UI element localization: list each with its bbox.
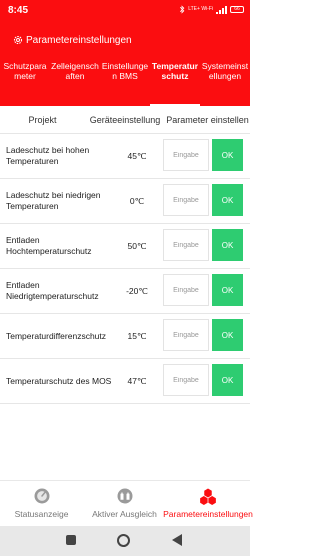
tab-zelleigenschaften[interactable]: Zelleigenschaften xyxy=(50,58,100,106)
tab-label: Einstellungen BMS xyxy=(101,61,149,81)
column-header-project: Projekt xyxy=(28,114,57,125)
parameter-name: Ladeschutz bei hohen Temperaturen xyxy=(6,145,90,166)
parameter-name: Ladeschutz bei niedrigen Temperaturen xyxy=(6,190,101,211)
ok-button[interactable]: OK xyxy=(212,139,243,171)
balance-battery-icon xyxy=(117,488,132,504)
tab-bar: Schutzparameter Zelleigenschaften Einste… xyxy=(0,58,250,106)
status-bar: 8:45 LTE+ Wi-Fi 66 xyxy=(0,0,250,22)
parameter-value: -20℃ xyxy=(126,285,148,296)
table-row: Temperaturschutz des MOS 47℃ OK xyxy=(0,359,250,404)
tab-einstellungen-bms[interactable]: Einstellungen BMS xyxy=(100,58,150,106)
table-row: Temperaturdifferenzschutz 15℃ OK xyxy=(0,314,250,359)
status-gauge-icon xyxy=(34,488,49,504)
tab-temperaturschutz[interactable]: Temperaturschutz xyxy=(150,58,200,106)
nav-label: Statusanzeige xyxy=(14,509,69,519)
table-row: Ladeschutz bei niedrigen Temperaturen 0℃… xyxy=(0,179,250,224)
ok-button[interactable]: OK xyxy=(212,319,243,351)
parameter-input[interactable] xyxy=(163,319,209,351)
parameter-value: 47℃ xyxy=(127,375,147,386)
ok-button[interactable]: OK xyxy=(212,229,243,261)
parameter-input[interactable] xyxy=(163,184,209,216)
nav-item-parametereinstellungen[interactable]: Parametereinstellungen xyxy=(163,481,253,527)
ok-button[interactable]: OK xyxy=(212,184,243,216)
tab-label: Zelleigenschaften xyxy=(51,61,99,81)
page-title: Parametereinstellungen xyxy=(26,34,132,46)
parameter-input[interactable] xyxy=(163,364,209,396)
tab-label: Systemeinstellungen xyxy=(201,61,249,81)
signal-icon xyxy=(216,5,227,14)
tab-systemeinstellungen[interactable]: Systemeinstellungen xyxy=(200,58,250,106)
system-nav-bar xyxy=(0,526,250,556)
parameter-value: 50℃ xyxy=(127,240,147,251)
nav-label: Aktiver Ausgleich xyxy=(92,509,157,519)
table-header: Projekt Geräteeinstellung Parameter eins… xyxy=(0,106,250,134)
tab-label: Temperaturschutz xyxy=(151,61,199,81)
parameter-name: Entladen Hochtemperaturschutz xyxy=(6,235,92,256)
parameter-value: 15℃ xyxy=(127,330,147,341)
recents-button[interactable] xyxy=(66,535,76,545)
status-icons: LTE+ Wi-Fi 66 xyxy=(179,5,244,14)
gear-icon xyxy=(13,35,23,45)
battery-icon: 66 xyxy=(230,6,244,13)
nav-label: Parametereinstellungen xyxy=(163,509,253,519)
network-text: LTE+ Wi-Fi xyxy=(188,6,213,12)
parameter-name: Temperaturschutz des MOS xyxy=(6,375,112,386)
column-header-set-parameter: Parameter einstellen xyxy=(166,114,249,125)
parameter-input[interactable] xyxy=(163,274,209,306)
tab-schutzparameter[interactable]: Schutzparameter xyxy=(0,58,50,106)
nav-item-statusanzeige[interactable]: Statusanzeige xyxy=(0,481,83,527)
back-button[interactable] xyxy=(172,534,182,546)
table-row: Ladeschutz bei hohen Temperaturen 45℃ OK xyxy=(0,134,250,179)
parameter-value: 45℃ xyxy=(127,150,147,161)
ok-button[interactable]: OK xyxy=(212,364,243,396)
bluetooth-icon xyxy=(180,5,185,14)
bottom-nav: Statusanzeige Aktiver Ausgleich Paramete… xyxy=(0,480,253,527)
parameter-list: Ladeschutz bei hohen Temperaturen 45℃ OK… xyxy=(0,134,250,404)
home-button[interactable] xyxy=(117,534,130,547)
nav-item-aktiver-ausgleich[interactable]: Aktiver Ausgleich xyxy=(83,481,166,527)
table-row: Entladen Niedrigtemperaturschutz -20℃ OK xyxy=(0,269,250,314)
parameter-name: Entladen Niedrigtemperaturschutz xyxy=(6,280,99,301)
parameter-input[interactable] xyxy=(163,229,209,261)
parameter-value: 0℃ xyxy=(129,195,145,206)
parameter-name: Temperaturdifferenzschutz xyxy=(6,330,107,341)
table-row: Entladen Hochtemperaturschutz 50℃ OK xyxy=(0,224,250,269)
parameter-cubes-icon xyxy=(200,488,216,505)
status-time: 8:45 xyxy=(8,5,29,16)
battery-level: 66 xyxy=(234,6,240,12)
app-header: Parametereinstellungen xyxy=(0,22,250,58)
ok-button[interactable]: OK xyxy=(212,274,243,306)
parameter-input[interactable] xyxy=(163,139,209,171)
column-header-device-setting: Geräteeinstellung xyxy=(89,114,161,125)
tab-label: Schutzparameter xyxy=(3,61,47,81)
